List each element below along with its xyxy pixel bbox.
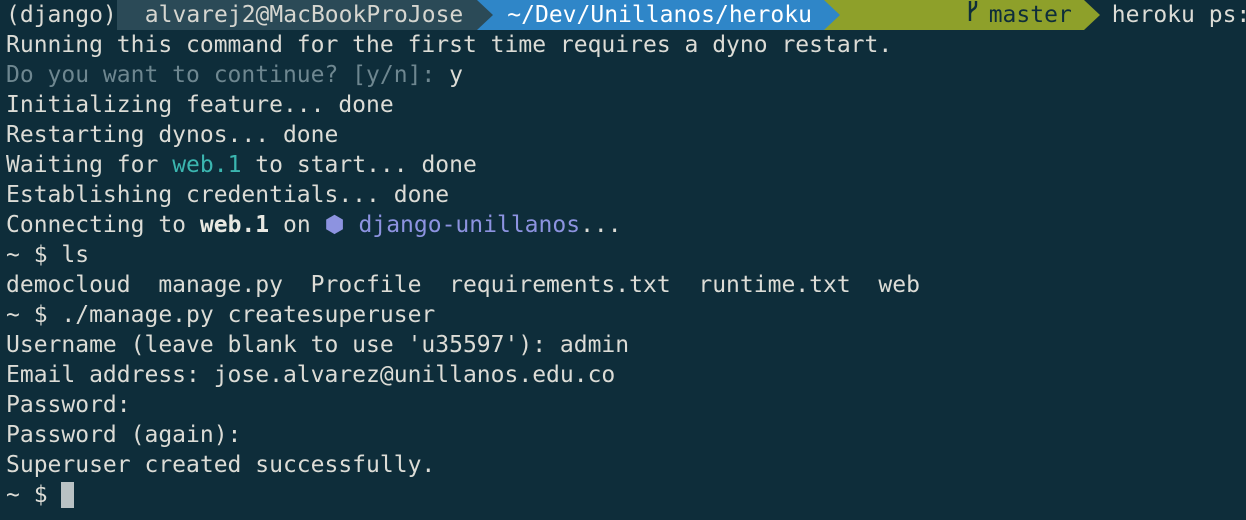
segment-separator-icon <box>477 0 494 30</box>
app-name: django-unillanos <box>358 212 581 238</box>
shell-prompt: ~ $ <box>6 482 48 508</box>
confirm-line: Do you want to continue? [y/n]: y <box>6 60 1246 90</box>
ls-output: democloud manage.py Procfile requirement… <box>6 272 920 298</box>
waiting-prefix: Waiting for <box>6 152 159 178</box>
connecting-suffix: ... <box>580 212 622 238</box>
waiting-suffix: to start... done <box>255 152 477 178</box>
segment-separator-icon <box>1083 0 1100 30</box>
shell-command: ./manage.py createsuperuser <box>61 302 436 328</box>
dyno-name: web.1 <box>199 212 270 238</box>
branch-name: master <box>988 2 1072 28</box>
output-line: Superuser created successfully. <box>6 452 436 478</box>
shell-command: ls <box>61 242 90 268</box>
output-line: Initializing feature... done <box>6 92 394 118</box>
shell-prompt: ~ $ <box>6 302 48 328</box>
shell-command-line: ~ $ ls <box>6 240 1246 270</box>
git-branch-segment: master <box>839 0 1084 30</box>
output-line: Username (leave blank to use 'u35597'): … <box>6 332 630 358</box>
shell-command-line: ~ $ ./manage.py createsuperuser <box>6 300 1246 330</box>
segment-separator-icon <box>823 0 840 30</box>
powerline-prompt: (django) alvarej2@MacBookProJose ~/Dev/U… <box>0 0 1246 30</box>
git-branch-icon <box>856 0 979 60</box>
text-cursor[interactable] <box>61 482 75 508</box>
output-line: Running this command for the first time … <box>6 32 893 58</box>
connecting-prefix: Connecting to <box>6 212 187 238</box>
connecting-on: on <box>282 212 311 238</box>
output-line: Email address: jose.alvarez@unillanos.ed… <box>6 362 616 388</box>
user-host-segment: alvarej2@MacBookProJose <box>116 0 478 30</box>
output-line: Password: <box>6 392 131 418</box>
active-prompt-line[interactable]: ~ $ <box>6 480 1246 510</box>
output-line: Password (again): <box>6 422 242 448</box>
output-line: Establishing credentials... done <box>6 182 450 208</box>
shell-prompt: ~ $ <box>6 242 48 268</box>
waiting-line: Waiting for web.1 to start... done <box>6 150 1246 180</box>
confirm-answer: y <box>449 62 463 88</box>
terminal-window[interactable]: (django) alvarej2@MacBookProJose ~/Dev/U… <box>0 0 1246 520</box>
confirm-question: Do you want to continue? [y/n]: <box>6 62 436 88</box>
command-text: heroku ps:exec <box>1111 2 1246 28</box>
output-line: Restarting dynos... done <box>6 122 339 148</box>
cwd-segment: ~/Dev/Unillanos/heroku <box>493 0 824 30</box>
connecting-line: Connecting to web.1 on ⬢ django-unillano… <box>6 210 1246 240</box>
virtualenv-label: (django) <box>6 2 117 28</box>
heroku-app-icon: ⬢ <box>324 212 345 238</box>
dyno-name: web.1 <box>172 152 242 178</box>
